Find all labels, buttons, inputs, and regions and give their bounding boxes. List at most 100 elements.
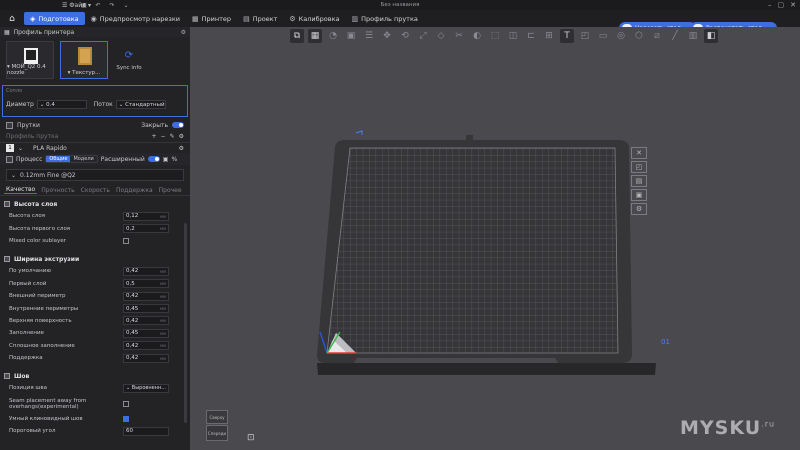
process-mode-toggle[interactable]: Общие Модели	[45, 155, 98, 163]
maximize-icon[interactable]: ▢	[778, 1, 785, 9]
close-toggle[interactable]	[172, 122, 184, 128]
setting-row: Первый слой 0,5 мм	[0, 278, 190, 290]
watermark-suffix: .ru	[761, 419, 776, 429]
tab-prepare[interactable]: ◈ Подготовка	[24, 12, 85, 25]
delete-plate-icon[interactable]: ✕	[631, 147, 647, 159]
setting-row: Позиция шва ⌄ Выровненн...	[0, 382, 190, 394]
unit: мм	[159, 343, 166, 349]
nav-cube[interactable]: Сверху Спереди	[204, 408, 230, 444]
process-preset-select[interactable]: ⌄ 0.12mm Fine @Q2	[6, 169, 184, 181]
printer-card[interactable]: ▾ МОЙ_Q2 0.4 nozzle	[6, 41, 54, 79]
plate-settings-icon[interactable]: ⚙	[631, 203, 647, 215]
dropdown-icon[interactable]: ⌄	[120, 2, 132, 9]
title-bar: ☰ Файл ▾ ▣ ↶ ↷ ⌄ Без названия – ▢ ✕	[0, 0, 800, 10]
setting-row: Mixed color sublayer	[0, 235, 190, 247]
plate-label: 01	[661, 338, 670, 346]
sync-info-button[interactable]: ⟳ Sync info	[114, 41, 144, 79]
edit-icon[interactable]: ⚙	[179, 145, 184, 152]
group-line-width: Ширина экструзии	[0, 253, 190, 265]
setting-value: 0,45	[126, 305, 139, 312]
smart-scarf-checkbox[interactable]	[123, 415, 129, 422]
printer-section-header: ▦ Профиль принтера ⚙	[0, 27, 190, 37]
setting-label: Mixed color sublayer	[9, 237, 66, 244]
close-icon[interactable]: ✕	[790, 1, 796, 9]
tab-support[interactable]: Поддержка	[114, 187, 155, 194]
setting-input[interactable]: 0,42 мм	[123, 353, 169, 363]
setting-row: Умный клиновидный шов	[0, 413, 190, 425]
tab-calibration[interactable]: ⚙ Калибровка	[283, 12, 345, 25]
save-icon[interactable]: ▣	[78, 2, 90, 9]
setting-label: Сплошное заполнение	[9, 342, 75, 349]
cube-front-face[interactable]: Спереди	[206, 425, 228, 441]
tab-filament-profile[interactable]: ▥ Профиль прутка	[346, 12, 424, 25]
orient-plate-icon[interactable]: ◰	[631, 161, 647, 173]
remove-icon[interactable]: −	[161, 133, 166, 140]
setting-input[interactable]: 0,42 мм	[123, 291, 169, 301]
tab-preview[interactable]: ◉ Предпросмотр нарезки	[85, 12, 186, 25]
seam-position-select[interactable]: ⌄ Выровненн...	[123, 383, 169, 393]
arrange-plate-icon[interactable]: ▤	[631, 175, 647, 187]
printer-row: ▾ МОЙ_Q2 0.4 nozzle ▾ Текстур... ⟳ Sync …	[0, 37, 190, 83]
settings-scrollbar[interactable]	[184, 223, 187, 423]
advanced-label: Расширенный	[100, 155, 145, 163]
setting-input[interactable]: 0,42 мм	[123, 266, 169, 276]
setting-row: Пороговый угол 60	[0, 425, 190, 437]
settings-icon[interactable]: ⚙	[181, 29, 186, 36]
line-width-icon	[4, 256, 10, 263]
setting-input[interactable]: 0,42 мм	[123, 316, 169, 326]
setting-input[interactable]: 0,12 мм	[123, 211, 169, 221]
setting-value: 0,42	[126, 342, 139, 349]
sync-label: Sync info	[116, 64, 142, 71]
setting-label: По умолчанию	[9, 268, 51, 275]
process-icon	[6, 155, 13, 163]
plate-thumbnail-icon	[78, 47, 92, 65]
setting-input[interactable]: 0,42 мм	[123, 341, 169, 351]
setting-input[interactable]: 0,5 мм	[123, 279, 169, 289]
diameter-select[interactable]: ⌄ 0.4	[36, 100, 87, 109]
tab-quality[interactable]: Качество	[4, 186, 38, 194]
project-icon: ▤	[243, 14, 250, 23]
filament-profile-placeholder: Профиль прутка	[6, 133, 59, 140]
setting-input[interactable]: 0,2 мм	[123, 224, 169, 234]
unit: мм	[159, 330, 166, 336]
process-header: Процесс Общие Модели Расширенный ▣ %	[0, 153, 190, 165]
diameter-value: 0.4	[46, 101, 55, 108]
seam-away-checkbox[interactable]	[123, 400, 129, 407]
advanced-toggle[interactable]	[147, 156, 160, 162]
setting-input[interactable]: 0,45 мм	[123, 304, 169, 314]
tab-speed[interactable]: Скорость	[79, 187, 112, 194]
edit-icon[interactable]: ✎	[170, 133, 175, 140]
setting-label: Первый слой	[9, 280, 47, 287]
plate-name: ▾ Текстур...	[67, 70, 101, 76]
tab-project[interactable]: ▤ Проект	[237, 12, 283, 25]
mixed-color-checkbox[interactable]	[123, 237, 129, 244]
3d-viewport[interactable]: ⧉ ▦ ◔ ▣ ☰ ✥ ⟲ ⤢ ◇ ✂ ◐ ⬚ ◫ ⊏ ⊞ T ◰ ▭ ◎ ⬡ …	[190, 27, 800, 450]
filament-slot-row[interactable]: 1 ⌄ PLA Rapido ⚙	[0, 142, 190, 153]
printer-icon: ▦	[192, 14, 199, 23]
lock-plate-icon[interactable]: ▣	[631, 189, 647, 201]
setting-input[interactable]: 0,45 мм	[123, 328, 169, 338]
seg-objects[interactable]: Модели	[70, 156, 96, 162]
add-icon[interactable]: +	[152, 133, 157, 140]
setting-row: По умолчанию 0,42 мм	[0, 265, 190, 277]
save-icon[interactable]: ▣	[163, 156, 169, 163]
compare-icon[interactable]: %	[171, 156, 177, 163]
flow-select[interactable]: ⌄ Стандартный	[115, 100, 166, 109]
setting-label: Внешний периметр	[9, 293, 66, 300]
seam-position-value: Выровненн...	[131, 385, 166, 392]
group-seam: Шов	[0, 370, 190, 382]
tab-printer[interactable]: ▦ Принтер	[186, 12, 237, 25]
undo-icon[interactable]: ↶	[92, 2, 104, 9]
seg-global[interactable]: Общие	[46, 156, 71, 162]
zoom-fit-icon[interactable]: ⊡	[247, 433, 257, 443]
redo-icon[interactable]: ↷	[106, 2, 118, 9]
gear-icon[interactable]: ⚙	[179, 133, 184, 140]
setting-input[interactable]: 60	[123, 426, 169, 436]
plate-card[interactable]: ▾ Текстур...	[60, 41, 108, 79]
setting-value: 0,45	[126, 330, 139, 337]
home-icon[interactable]: ⌂	[0, 10, 24, 27]
tab-other[interactable]: Прочее	[157, 187, 184, 194]
minimize-icon[interactable]: –	[768, 1, 772, 9]
cube-top-face[interactable]: Сверху	[206, 410, 228, 424]
tab-strength[interactable]: Прочность	[39, 187, 76, 194]
